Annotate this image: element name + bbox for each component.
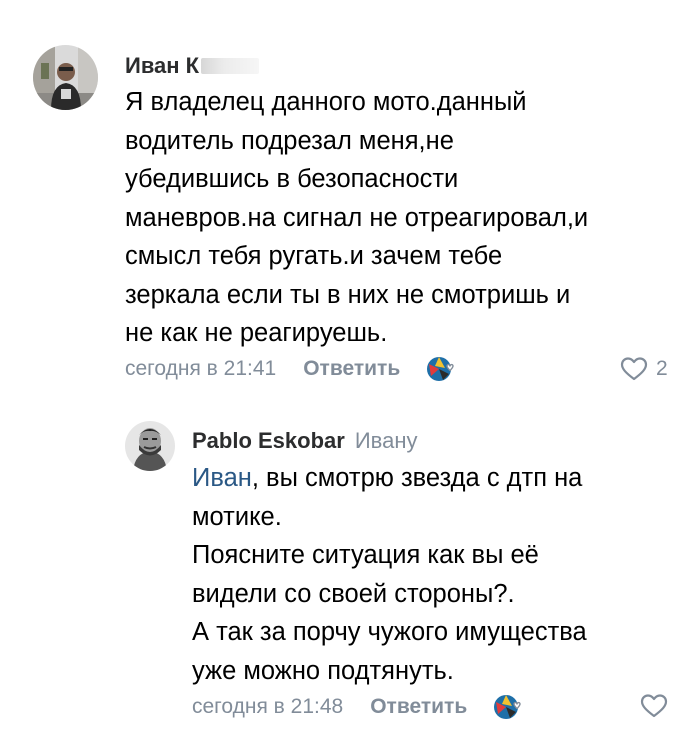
avatar-pablo-image — [125, 421, 175, 471]
comment-text: Я владелец данного мото.данный водитель … — [125, 83, 588, 353]
mention-link[interactable]: Иван — [192, 464, 252, 492]
comment-line: маневров.на сигнал не отреагировал,и — [125, 203, 589, 232]
author-name: Pablo Eskobar — [192, 428, 345, 453]
comment-line: водитель подрезал меня,не — [125, 126, 454, 155]
comment-line-rest: , вы смотрю звезда с дтп на — [251, 464, 583, 492]
timestamp: сегодня в 21:41 — [125, 357, 277, 380]
timestamp: сегодня в 21:48 — [192, 695, 344, 718]
reaction-icon[interactable] — [492, 692, 528, 722]
like-button[interactable] — [640, 693, 668, 719]
author-name: Иван К — [125, 53, 200, 78]
comment-line: Я владелец данного мото.данный — [125, 88, 527, 116]
reply-button[interactable]: Ответить — [303, 357, 400, 381]
comment-line: убедившись в безопасности — [125, 165, 459, 193]
like-button[interactable]: 2 — [620, 356, 668, 382]
avatar-ivan-image — [33, 45, 98, 110]
heart-outline-icon — [620, 357, 648, 381]
comment-meta: сегодня в 21:41 Ответить — [125, 353, 461, 385]
comment-line: не как не реагируешь. — [125, 319, 388, 347]
reaction-icon[interactable] — [425, 354, 461, 384]
comment-line: видели со своей стороны?. — [192, 579, 515, 608]
avatar-pablo[interactable] — [125, 421, 175, 471]
comment-meta: сегодня в 21:48 Ответить — [192, 691, 528, 723]
reply-to-label[interactable]: Ивану — [355, 428, 418, 453]
comment-text: Иван, вы смотрю звезда с дтп на мотике. … — [192, 459, 587, 690]
like-count: 2 — [656, 357, 668, 380]
comment-line: А так за порчу чужого имущества — [192, 618, 587, 646]
reply-button[interactable]: Ответить — [370, 695, 467, 719]
comment-line: мотике. — [192, 502, 282, 531]
heart-outline-icon — [640, 694, 668, 718]
comment-line: Иван, вы смотрю звезда с дтп на — [192, 459, 587, 498]
comment-line: уже можно подтянуть. — [192, 656, 454, 685]
author-name-redacted — [201, 58, 260, 74]
avatar-ivan[interactable] — [33, 45, 98, 110]
comment-line: смысл тебя ругать.и зачем тебе — [125, 242, 503, 270]
comment-line: Поясните ситуация как вы её — [192, 541, 539, 569]
comment-author[interactable]: Pablo Eskobar Ивану — [192, 428, 417, 454]
comment-line: зеркала если ты в них не смотришь и — [125, 280, 571, 309]
comment-author[interactable]: Иван К — [125, 53, 260, 79]
